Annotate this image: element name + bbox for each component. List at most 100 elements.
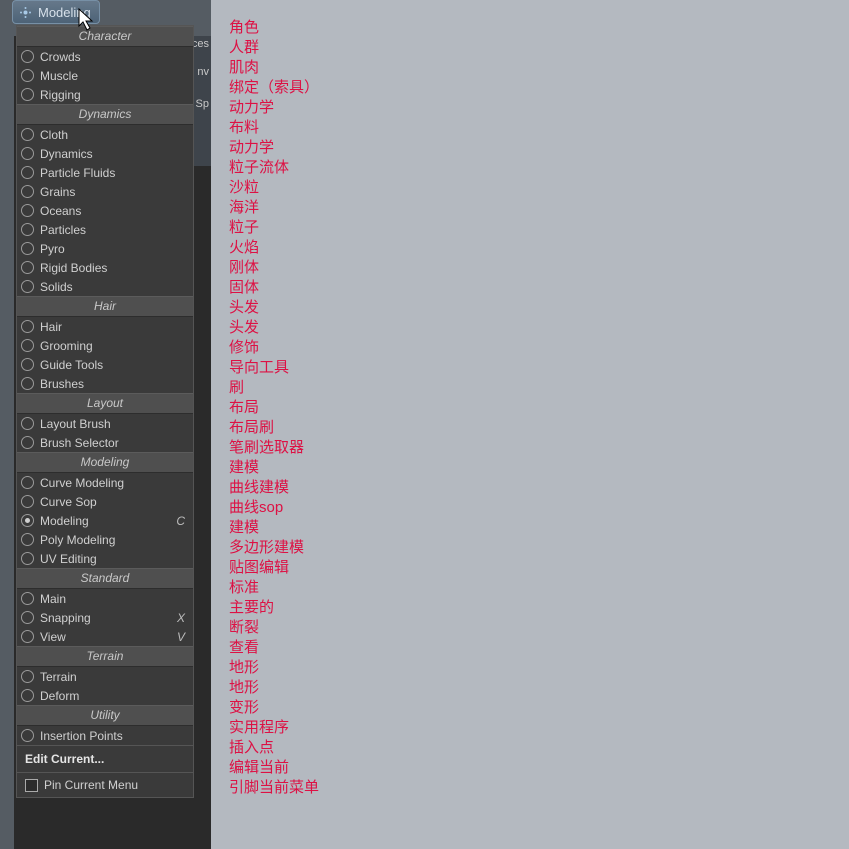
translation-line: 插入点 bbox=[229, 738, 849, 758]
translation-line: 实用程序 bbox=[229, 718, 849, 738]
menu-item-label: Muscle bbox=[40, 69, 189, 83]
translation-line: 绑定（索具） bbox=[229, 78, 849, 98]
menu-item-label: Grooming bbox=[40, 339, 189, 353]
edit-current-button[interactable]: Edit Current... bbox=[17, 745, 193, 772]
menu-item-label: Particles bbox=[40, 223, 189, 237]
translation-line: 断裂 bbox=[229, 618, 849, 638]
menu-item[interactable]: Deform bbox=[17, 686, 193, 705]
translation-column: 角色人群肌肉绑定（索具）动力学布料动力学粒子流体沙粒海洋粒子火焰刚体固体头发头发… bbox=[211, 0, 849, 849]
radio-icon bbox=[21, 670, 34, 683]
menu-item-label: Rigging bbox=[40, 88, 189, 102]
menu-item[interactable]: Brushes bbox=[17, 374, 193, 393]
radio-icon bbox=[21, 204, 34, 217]
menu-item-label: Pyro bbox=[40, 242, 189, 256]
menu-item-shortcut: C bbox=[176, 514, 189, 528]
menu-item-label: Insertion Points bbox=[40, 729, 189, 743]
radio-icon bbox=[21, 88, 34, 101]
radio-icon bbox=[21, 476, 34, 489]
radio-icon bbox=[21, 320, 34, 333]
section-header: Layout bbox=[17, 393, 193, 414]
menu-item-label: Layout Brush bbox=[40, 417, 189, 431]
menu-item[interactable]: Grains bbox=[17, 182, 193, 201]
menu-item[interactable]: Hair bbox=[17, 317, 193, 336]
menu-item-label: Deform bbox=[40, 689, 189, 703]
radio-icon bbox=[21, 417, 34, 430]
translation-line: 多边形建模 bbox=[229, 538, 849, 558]
radio-icon bbox=[21, 185, 34, 198]
translation-line: 建模 bbox=[229, 518, 849, 538]
radio-icon bbox=[21, 377, 34, 390]
shelf-dropdown-label: Modeling bbox=[38, 5, 91, 20]
section-header: Utility bbox=[17, 705, 193, 726]
shelf-dropdown-button[interactable]: Modeling bbox=[12, 0, 100, 24]
section-header: Hair bbox=[17, 296, 193, 317]
left-gutter bbox=[0, 0, 14, 849]
menu-item-label: UV Editing bbox=[40, 552, 189, 566]
menu-item-label: Rigid Bodies bbox=[40, 261, 189, 275]
translation-line: 建模 bbox=[229, 458, 849, 478]
menu-item-label: View bbox=[40, 630, 171, 644]
menu-item[interactable]: Insertion Points bbox=[17, 726, 193, 745]
translation-line: 主要的 bbox=[229, 598, 849, 618]
menu-item-label: Particle Fluids bbox=[40, 166, 189, 180]
translation-line: 布料 bbox=[229, 118, 849, 138]
menu-item[interactable]: Rigid Bodies bbox=[17, 258, 193, 277]
radio-icon bbox=[21, 50, 34, 63]
section-header: Terrain bbox=[17, 646, 193, 667]
menu-item[interactable]: Brush Selector bbox=[17, 433, 193, 452]
menu-item[interactable]: Particles bbox=[17, 220, 193, 239]
section-header: Dynamics bbox=[17, 104, 193, 125]
menu-item[interactable]: UV Editing bbox=[17, 549, 193, 568]
menu-item[interactable]: SnappingX bbox=[17, 608, 193, 627]
menu-item[interactable]: Pyro bbox=[17, 239, 193, 258]
menu-item-label: Brushes bbox=[40, 377, 189, 391]
menu-item-label: Poly Modeling bbox=[40, 533, 189, 547]
menu-item[interactable]: Dynamics bbox=[17, 144, 193, 163]
peek-text: nv bbox=[197, 66, 209, 78]
translation-line: 火焰 bbox=[229, 238, 849, 258]
menu-item-label: Grains bbox=[40, 185, 189, 199]
translation-line: 引脚当前菜单 bbox=[229, 778, 849, 798]
radio-icon bbox=[21, 242, 34, 255]
pin-current-menu-row[interactable]: Pin Current Menu bbox=[17, 772, 193, 797]
pin-label: Pin Current Menu bbox=[44, 778, 138, 792]
menu-item-label: Guide Tools bbox=[40, 358, 189, 372]
translation-line: 笔刷选取器 bbox=[229, 438, 849, 458]
menu-item[interactable]: Crowds bbox=[17, 47, 193, 66]
menu-item-label: Cloth bbox=[40, 128, 189, 142]
translation-line: 导向工具 bbox=[229, 358, 849, 378]
translation-line: 布局刷 bbox=[229, 418, 849, 438]
translation-line: 刚体 bbox=[229, 258, 849, 278]
menu-item[interactable]: Terrain bbox=[17, 667, 193, 686]
menu-item[interactable]: Oceans bbox=[17, 201, 193, 220]
menu-item[interactable]: Muscle bbox=[17, 66, 193, 85]
section-header: Modeling bbox=[17, 452, 193, 473]
menu-item[interactable]: Solids bbox=[17, 277, 193, 296]
menu-item[interactable]: Rigging bbox=[17, 85, 193, 104]
menu-item[interactable]: Grooming bbox=[17, 336, 193, 355]
menu-item[interactable]: Guide Tools bbox=[17, 355, 193, 374]
translation-line: 头发 bbox=[229, 318, 849, 338]
menu-item[interactable]: Curve Sop bbox=[17, 492, 193, 511]
translation-line: 动力学 bbox=[229, 138, 849, 158]
section-header: Character bbox=[17, 26, 193, 47]
menu-item[interactable]: View V bbox=[17, 627, 193, 646]
translation-line: 变形 bbox=[229, 698, 849, 718]
menu-item-label: Crowds bbox=[40, 50, 189, 64]
menu-item[interactable]: Curve Modeling bbox=[17, 473, 193, 492]
menu-item[interactable]: Particle Fluids bbox=[17, 163, 193, 182]
menu-item[interactable]: Cloth bbox=[17, 125, 193, 144]
section-header: Standard bbox=[17, 568, 193, 589]
radio-icon bbox=[21, 729, 34, 742]
checkbox-icon bbox=[25, 779, 38, 792]
menu-item[interactable]: Main bbox=[17, 589, 193, 608]
menu-item-label: Main bbox=[40, 592, 189, 606]
translation-line: 粒子流体 bbox=[229, 158, 849, 178]
menu-item[interactable]: ModelingC bbox=[17, 511, 193, 530]
menu-item[interactable]: Poly Modeling bbox=[17, 530, 193, 549]
radio-icon bbox=[21, 223, 34, 236]
menu-item[interactable]: Layout Brush bbox=[17, 414, 193, 433]
radio-icon bbox=[21, 69, 34, 82]
menu-item-shortcut: V bbox=[177, 630, 189, 644]
translation-line: 曲线建模 bbox=[229, 478, 849, 498]
